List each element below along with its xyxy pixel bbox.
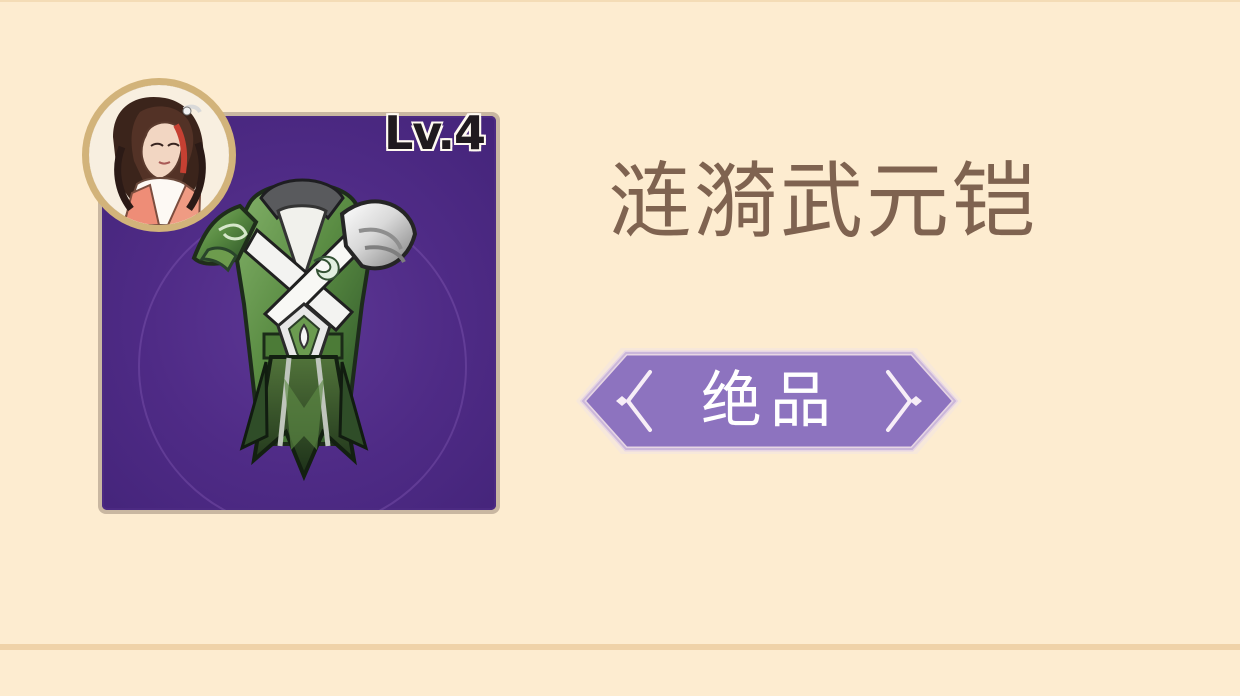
item-name: 涟漪武元铠 [608, 153, 1038, 250]
bottom-panel [0, 650, 1240, 696]
character-portrait-icon [89, 85, 229, 225]
top-edge [0, 0, 1240, 2]
level-badge: Lv.4 [384, 106, 486, 160]
character-avatar[interactable] [82, 78, 236, 232]
rarity-label: 绝品 [700, 365, 839, 436]
